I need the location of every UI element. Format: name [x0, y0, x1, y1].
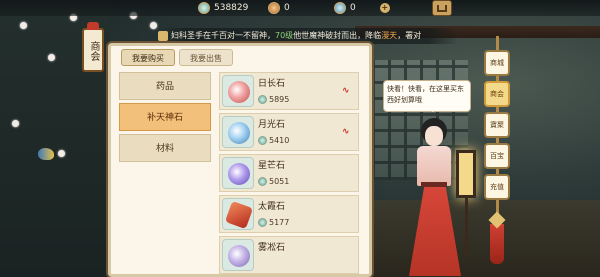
sunstone-icon	[228, 81, 250, 103]
list-item[interactable]: 太霞石 5177	[219, 195, 359, 233]
floor-background	[355, 200, 600, 277]
item-price-value: 5895	[269, 95, 290, 104]
item-list[interactable]: 日长石 5895 ∿ 月光石 5410 ∿ 星芒石 5051 太霞石 5177	[219, 72, 359, 277]
item-price: 5177	[258, 218, 289, 227]
copper-coin-counter: 0	[268, 2, 290, 14]
npc-speech-bubble: 快看！快看，在这里买东西好划算哦	[383, 80, 471, 112]
list-item[interactable]: 星芒石 5051	[219, 154, 359, 192]
side-menu: 商城 商会 寶聚 百宝 充值	[484, 50, 510, 205]
tassel-decoration	[490, 224, 504, 264]
npc-body	[417, 146, 451, 186]
price-trend-icon: ∿	[342, 86, 350, 96]
menu-hundred-treasures-button[interactable]: 百宝	[484, 143, 510, 169]
item-name: 月光石	[258, 120, 286, 130]
jade-coin-counter: 538829	[198, 2, 248, 14]
jade-coin-icon	[258, 136, 267, 145]
jade-coin-icon	[258, 177, 267, 186]
item-name: 日长石	[258, 79, 286, 89]
marquee-text-b: 他世魔神破封而出，降临	[293, 31, 382, 40]
item-price-value: 5177	[269, 218, 290, 227]
item-price-value: 5410	[269, 136, 290, 145]
shop-sign: 商会	[82, 22, 104, 72]
copper-coin-value: 0	[284, 3, 290, 13]
fish-token-icon	[334, 2, 346, 14]
list-item[interactable]: 雾凇石	[219, 236, 359, 274]
blossom-decoration	[12, 120, 19, 127]
marquee-text-a: 妇科圣手在千百对一不留神，	[171, 31, 275, 40]
blossom-decoration	[58, 150, 65, 157]
jade-coin-icon	[198, 2, 210, 14]
list-item[interactable]: 日长石 5895 ∿	[219, 72, 359, 110]
npc-belt	[421, 182, 447, 187]
tab-buy[interactable]: 我要购买	[121, 49, 175, 66]
trade-tabs: 我要购买 我要出售	[121, 49, 233, 66]
marquee-highlight-level: 70级	[275, 31, 294, 40]
category-medicine[interactable]: 药品	[119, 72, 211, 100]
moonstone-icon	[228, 122, 250, 144]
add-currency-icon[interactable]: +	[379, 3, 390, 13]
return-icon	[437, 5, 447, 12]
item-price: 5895	[258, 95, 289, 104]
item-thumbnail	[222, 116, 254, 148]
jade-coin-icon	[258, 218, 267, 227]
npc-face	[425, 126, 443, 146]
item-name: 星芒石	[258, 161, 286, 171]
npc-skirt	[409, 184, 461, 276]
scroll-icon	[158, 30, 168, 41]
item-price: 5051	[258, 177, 289, 186]
copper-coin-icon	[268, 2, 280, 14]
menu-mall-button[interactable]: 商城	[484, 50, 510, 76]
item-price: 5410	[258, 136, 289, 145]
marquee-highlight-place: 漫天	[381, 31, 398, 40]
menu-treasure-button[interactable]: 寶聚	[484, 112, 510, 138]
category-heaven-stones[interactable]: 补天神石	[119, 103, 211, 131]
price-trend-icon: ∿	[342, 127, 350, 137]
menu-recharge-button[interactable]: 充值	[484, 174, 510, 200]
blossom-decoration	[20, 22, 27, 29]
resource-bar: 538829 0 0 +	[0, 0, 600, 16]
item-thumbnail	[222, 239, 254, 271]
marquee-text-c: ，署对	[397, 31, 422, 40]
item-thumbnail	[222, 75, 254, 107]
item-thumbnail	[222, 198, 254, 230]
item-name: 雾凇石	[258, 243, 286, 253]
blossom-decoration	[150, 22, 157, 29]
npc-merchant[interactable]	[405, 118, 465, 277]
rime-stone-icon	[228, 245, 250, 267]
jade-coin-value: 538829	[214, 3, 249, 13]
bird-decoration	[38, 148, 54, 160]
item-name: 太霞石	[258, 202, 286, 212]
rosy-stone-icon	[224, 200, 254, 230]
blossom-decoration	[48, 54, 55, 61]
return-button[interactable]	[432, 0, 452, 16]
fish-token-counter: 0 +	[334, 2, 390, 14]
game-screen: 538829 0 0 + 妇科圣手在千百对一不留神，70级他世魔神破封而出，降临…	[0, 0, 600, 277]
item-thumbnail	[222, 157, 254, 189]
item-price-value: 5051	[269, 177, 290, 186]
fish-token-value: 0	[350, 3, 356, 13]
starstone-icon	[228, 163, 250, 185]
list-item[interactable]: 月光石 5410 ∿	[219, 113, 359, 151]
category-list: 药品 补天神石 材料	[119, 72, 211, 277]
menu-guild-button[interactable]: 商会	[484, 81, 510, 107]
tab-sell[interactable]: 我要出售	[179, 49, 233, 66]
announcement-marquee: 妇科圣手在千百对一不留神，70级他世魔神破封而出，降临漫天，署对	[158, 28, 458, 44]
category-materials[interactable]: 材料	[119, 134, 211, 162]
trade-panel: 我要购买 我要出售 药品 补天神石 材料 日长石 5895 ∿ 月光石 5410…	[108, 43, 372, 277]
jade-coin-icon	[258, 95, 267, 104]
